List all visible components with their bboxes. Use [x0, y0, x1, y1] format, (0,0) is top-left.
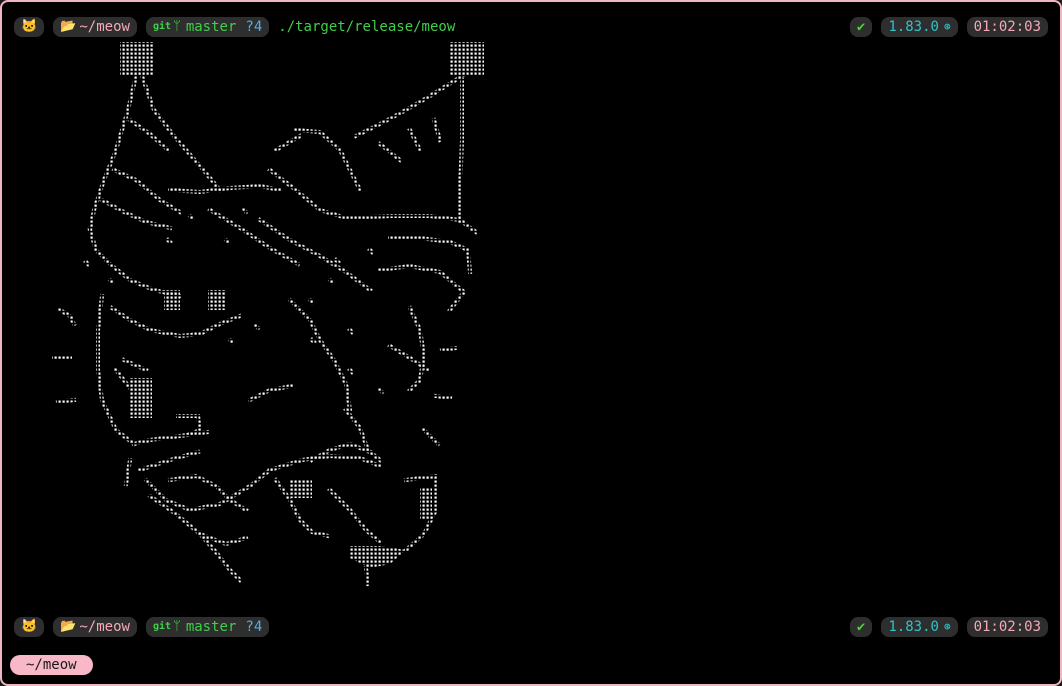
branch-icon: ᛘ	[173, 19, 181, 34]
version-text: 1.83.0	[888, 19, 939, 35]
prompt-left-segments: 🐱 📂 ~/meow git ᛘ master ?4 ./target/rele…	[14, 17, 455, 37]
command-text: ./target/release/meow	[278, 19, 456, 35]
directory-path: ~/meow	[79, 19, 130, 35]
prompt-line-top: 🐱 📂 ~/meow git ᛘ master ?4 ./target/rele…	[14, 17, 1048, 37]
directory-path: ~/meow	[79, 619, 130, 635]
git-icon: git	[152, 21, 172, 32]
branch-name: master	[185, 19, 237, 35]
clock-time: 01:02:03	[966, 617, 1048, 637]
prompt-line-bottom: 🐱 📂 ~/meow git ᛘ master ?4 ✔ 1.83.0 ⊛ 01…	[14, 617, 1048, 637]
version-segment: 1.83.0 ⊛	[881, 17, 958, 37]
untracked-count: ?4	[245, 619, 263, 635]
clock-time: 01:02:03	[966, 17, 1048, 37]
branch-icon: ᛘ	[173, 619, 181, 634]
kuromi-ascii-art	[52, 42, 484, 587]
cat-face-icon: 🐱	[14, 617, 45, 637]
folder-open-icon: 📂	[60, 619, 77, 634]
rust-icon: ⊛	[943, 20, 951, 33]
ascii-art-output	[50, 40, 490, 588]
status-check-icon: ✔	[849, 617, 873, 637]
cat-face-icon: 🐱	[14, 17, 45, 37]
prompt-right-segments: ✔ 1.83.0 ⊛ 01:02:03	[841, 617, 1048, 637]
untracked-count: ?4	[245, 19, 263, 35]
git-icon: git	[152, 621, 172, 632]
rust-icon: ⊛	[943, 620, 951, 633]
branch-name: master	[185, 619, 237, 635]
version-segment: 1.83.0 ⊛	[881, 617, 958, 637]
version-text: 1.83.0	[888, 619, 939, 635]
git-segment: git ᛘ master ?4	[145, 17, 270, 37]
folder-open-icon: 📂	[60, 19, 77, 34]
prompt-left-segments: 🐱 📂 ~/meow git ᛘ master ?4	[14, 617, 278, 637]
status-check-icon: ✔	[849, 17, 873, 37]
prompt-right-segments: ✔ 1.83.0 ⊛ 01:02:03	[841, 17, 1048, 37]
terminal-window: 🐱 📂 ~/meow git ᛘ master ?4 ./target/rele…	[0, 0, 1062, 686]
directory-segment: 📂 ~/meow	[53, 617, 137, 637]
directory-segment: 📂 ~/meow	[53, 17, 137, 37]
git-segment: git ᛘ master ?4	[145, 617, 270, 637]
tab-current-directory[interactable]: ~/meow	[10, 655, 93, 675]
